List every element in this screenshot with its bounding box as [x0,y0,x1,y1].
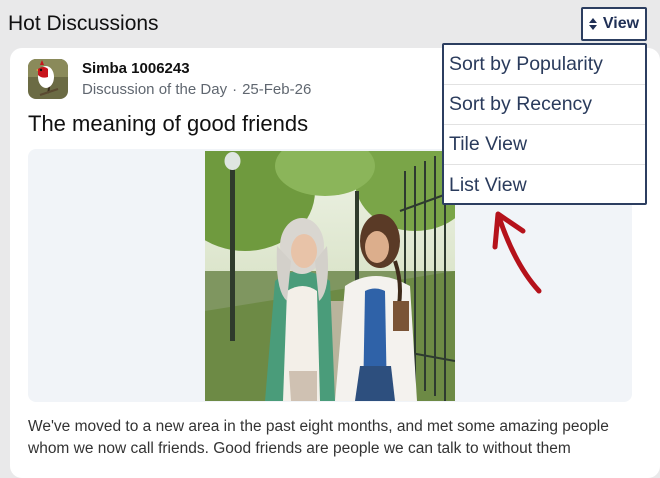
post-body: We've moved to a new area in the past ei… [28,418,609,457]
post-date: 25-Feb-26 [242,81,312,98]
post-category: Discussion of the Day [82,81,228,98]
view-button[interactable]: View [581,7,647,41]
annotation-arrow-icon [492,211,542,294]
avatar[interactable] [28,59,68,99]
sort-updown-icon [588,18,597,30]
post-photo [205,151,455,401]
post-meta: Discussion of the Day · 25-Feb-26 [82,81,311,98]
view-dropdown-menu: Sort by Popularity Sort by Recency Tile … [442,43,647,205]
view-button-label: View [602,15,640,32]
meta-separator: · [232,81,238,98]
post-title[interactable]: The meaning of good friends [28,111,308,137]
menu-item-list-view[interactable]: List View [444,165,645,205]
menu-item-tile-view[interactable]: Tile View [444,125,645,165]
menu-item-sort-recency[interactable]: Sort by Recency [444,85,645,125]
menu-item-sort-popularity[interactable]: Sort by Popularity [444,45,645,85]
author-name[interactable]: Simba 1006243 [82,60,190,77]
page-title: Hot Discussions [8,12,159,35]
